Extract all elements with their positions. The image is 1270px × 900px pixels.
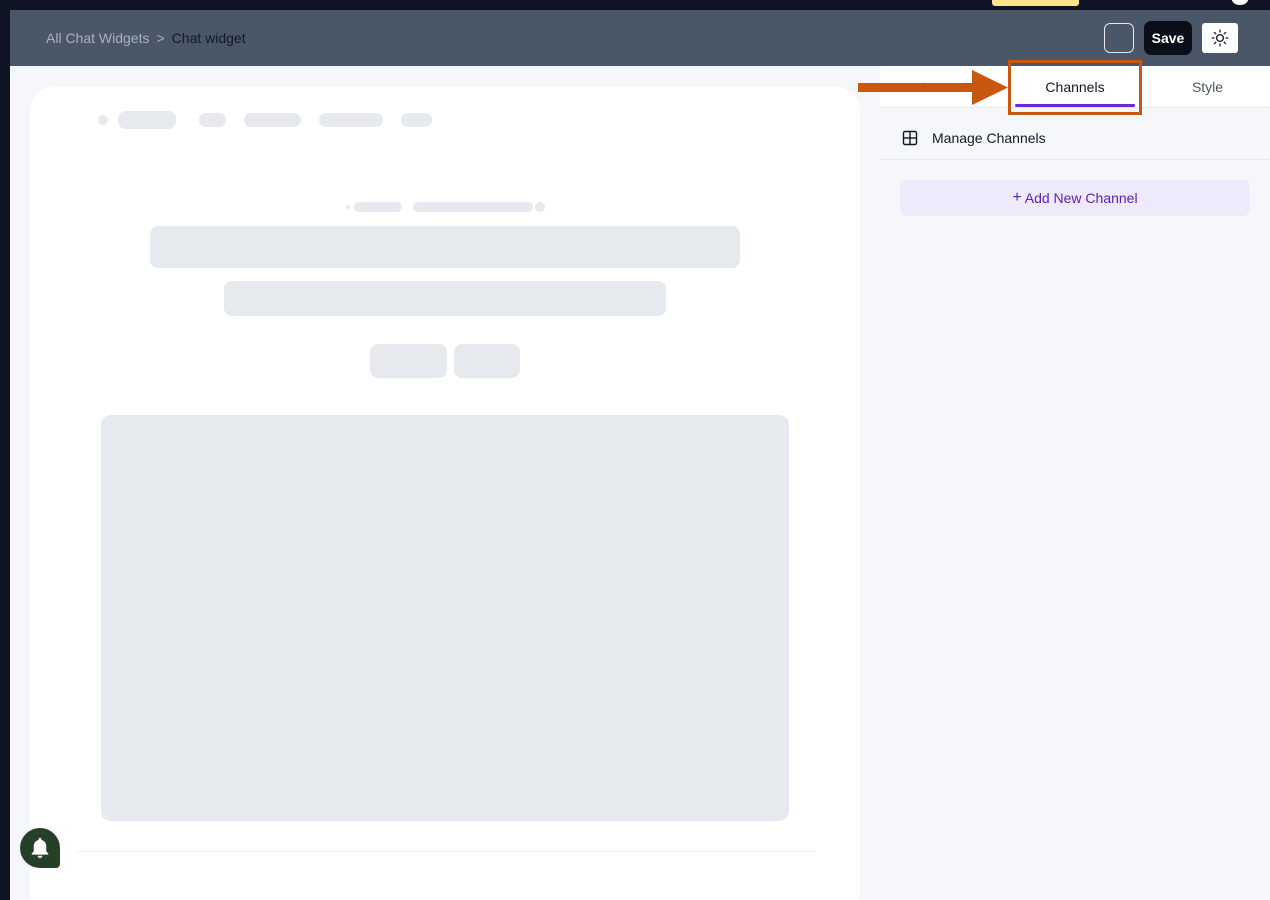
add-new-channel-button[interactable]: + Add New Channel <box>900 180 1250 216</box>
top-yellow-tab <box>992 0 1079 6</box>
header-icon-button[interactable] <box>1104 23 1134 53</box>
tab-style[interactable]: Style <box>1145 66 1270 107</box>
skeleton-pill <box>199 113 226 127</box>
app-window: All Chat Widgets > Chat widget Save Chan… <box>10 10 1270 900</box>
save-button[interactable]: Save <box>1144 21 1192 55</box>
skeleton-pill <box>244 113 301 127</box>
skeleton-dot <box>98 115 108 125</box>
top-header: All Chat Widgets > Chat widget Save <box>10 10 1270 66</box>
manage-channels-row: Manage Channels <box>880 116 1270 160</box>
divider <box>75 851 815 852</box>
top-avatar-dot <box>1232 0 1248 5</box>
arrow-annotation <box>858 70 1008 105</box>
grid-icon <box>902 130 918 145</box>
breadcrumb-link-all-chat-widgets[interactable]: All Chat Widgets <box>46 30 149 46</box>
notification-button[interactable] <box>20 828 60 868</box>
breadcrumb-current: Chat widget <box>171 30 246 46</box>
skeleton-button <box>370 344 447 378</box>
skeleton-pill <box>401 113 432 127</box>
skeleton-pill <box>413 202 533 212</box>
skeleton-dot <box>535 202 545 212</box>
skeleton-subheading <box>224 281 666 316</box>
manage-channels-label: Manage Channels <box>932 129 1046 146</box>
skeleton-pill <box>118 111 176 129</box>
add-new-channel-label: Add New Channel <box>1024 190 1138 206</box>
skeleton-heading <box>150 226 740 268</box>
breadcrumb: All Chat Widgets > Chat widget <box>46 30 246 46</box>
theme-toggle-button[interactable] <box>1202 23 1238 53</box>
annotation-highlight-box <box>1008 60 1142 115</box>
settings-panel: General Channels Style Manage Channels +… <box>880 66 1270 900</box>
top-strip <box>0 0 1270 10</box>
skeleton-pill <box>354 202 402 212</box>
chevron-right-icon: > <box>156 30 165 46</box>
widget-preview-card <box>30 87 860 900</box>
sun-icon <box>1211 29 1229 47</box>
bell-icon <box>31 837 49 859</box>
skeleton-pill <box>319 113 383 127</box>
skeleton-button <box>454 344 520 378</box>
plus-icon: + <box>1012 189 1022 206</box>
skeleton-content-block <box>101 415 789 821</box>
skeleton-dot <box>346 205 350 209</box>
